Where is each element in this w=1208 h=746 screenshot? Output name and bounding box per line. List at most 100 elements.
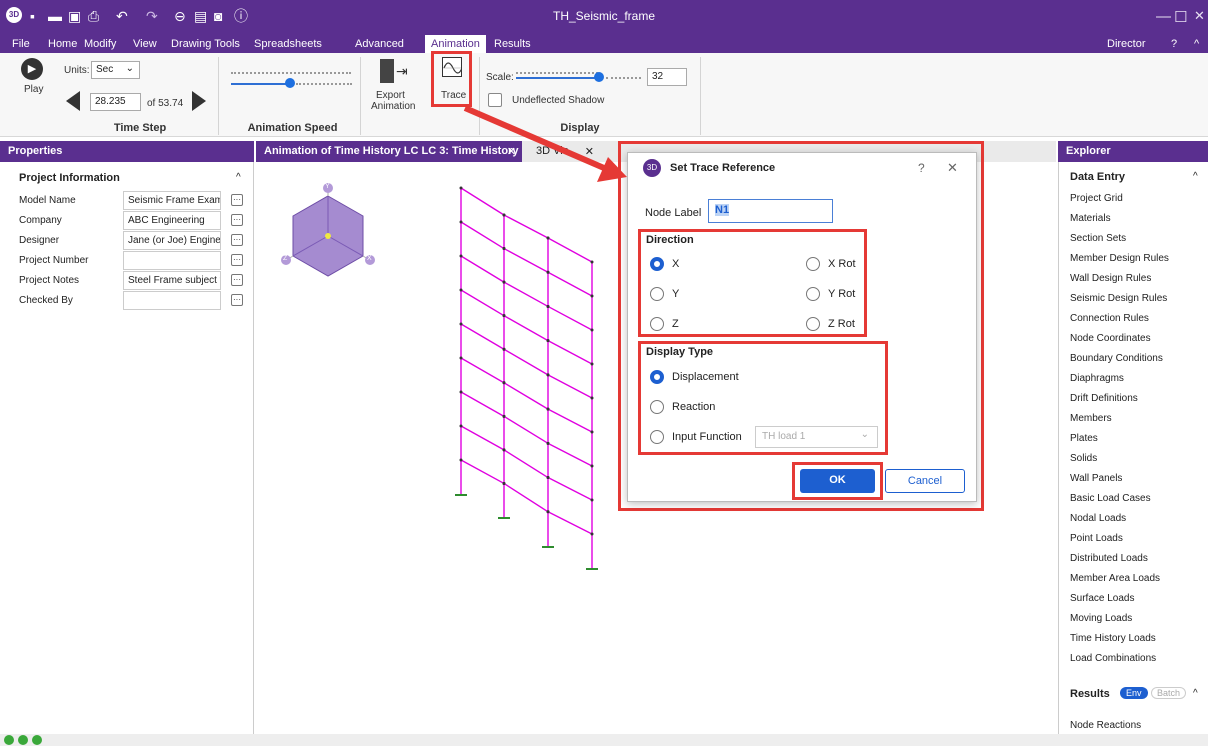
explorer-item[interactable]: Drift Definitions <box>1070 393 1138 404</box>
tab-animation[interactable]: Animation of Time History LC LC 3: Time … <box>256 141 522 162</box>
explorer-item[interactable]: Diaphragms <box>1070 373 1124 384</box>
collapse-icon[interactable]: ^ <box>236 172 241 183</box>
explorer-item[interactable]: Moving Loads <box>1070 613 1132 624</box>
frame-beam <box>503 449 549 479</box>
direction-z-rot-radio[interactable] <box>806 317 820 331</box>
direction-x-radio[interactable] <box>650 257 664 271</box>
collapse-icon[interactable]: ^ <box>1193 688 1198 699</box>
property-value[interactable]: Jane (or Joe) Engineer <box>123 231 221 250</box>
explorer-item[interactable]: Time History Loads <box>1070 633 1156 644</box>
step-forward-button[interactable] <box>192 91 206 111</box>
title-bar: 3D ▪ ▬ ▣ ⎙ ↶ ↷ ⊖ ▤ ◙ ⓘ TH_Seismic_frame … <box>0 0 1208 36</box>
speed-slider-thumb[interactable] <box>285 78 295 88</box>
explorer-item[interactable]: Section Sets <box>1070 233 1126 244</box>
tab-close-icon[interactable]: ✕ <box>585 145 594 158</box>
close-button[interactable]: ✕ <box>1194 8 1205 24</box>
frame-beam <box>460 459 505 485</box>
results-title: Results <box>1070 688 1110 700</box>
direction-x-rot-radio[interactable] <box>806 257 820 271</box>
explorer-header: Explorer <box>1058 141 1208 162</box>
units-select[interactable]: Sec ⌄ <box>91 61 140 79</box>
explorer-item[interactable]: Member Area Loads <box>1070 573 1160 584</box>
menu-results[interactable]: Results <box>494 38 531 50</box>
frame-beam <box>547 442 593 467</box>
user-menu[interactable]: Director <box>1107 38 1146 50</box>
explorer-item[interactable]: Node Coordinates <box>1070 333 1151 344</box>
explorer-item[interactable]: Load Combinations <box>1070 653 1156 664</box>
explorer-item[interactable]: Member Design Rules <box>1070 253 1169 264</box>
frame-beam <box>460 357 505 384</box>
displacement-radio[interactable] <box>650 370 664 384</box>
maximize-button[interactable]: ☐ <box>1174 8 1187 26</box>
explorer-item[interactable]: Nodal Loads <box>1070 513 1126 524</box>
batch-toggle[interactable]: Batch <box>1151 687 1187 699</box>
explorer-item[interactable]: Solids <box>1070 453 1097 464</box>
explorer-item[interactable]: Surface Loads <box>1070 593 1135 604</box>
explorer-item[interactable]: Project Grid <box>1070 193 1123 204</box>
tab-close-icon[interactable]: ✕ <box>507 145 516 158</box>
property-value[interactable] <box>123 291 221 310</box>
cancel-button[interactable]: Cancel <box>885 469 965 493</box>
explorer-item-node-reactions[interactable]: Node Reactions <box>1070 720 1141 731</box>
explorer-item[interactable]: Members <box>1070 413 1112 424</box>
help-icon[interactable]: ? <box>1171 38 1177 50</box>
scale-slider-thumb[interactable] <box>594 72 604 82</box>
explorer-item[interactable]: Boundary Conditions <box>1070 353 1163 364</box>
ellipsis-button[interactable]: ··· <box>231 274 243 286</box>
structural-frame[interactable] <box>455 186 598 570</box>
dialog-help-icon[interactable]: ? <box>918 161 925 175</box>
property-value[interactable]: Seismic Frame Example <box>123 191 221 210</box>
property-value[interactable]: ABC Engineering <box>123 211 221 230</box>
property-value[interactable] <box>123 251 221 270</box>
explorer-item[interactable]: Distributed Loads <box>1070 553 1148 564</box>
direction-z-radio[interactable] <box>650 317 664 331</box>
direction-y-radio[interactable] <box>650 287 664 301</box>
collapse-icon[interactable]: ^ <box>1193 171 1198 182</box>
menu-modify[interactable]: Modify <box>84 38 116 50</box>
explorer-item[interactable]: Point Loads <box>1070 533 1123 544</box>
menu-view[interactable]: View <box>133 38 157 50</box>
explorer-item[interactable]: Plates <box>1070 433 1098 444</box>
view-cube-x-label: X <box>367 255 372 262</box>
menu-drawing-tools[interactable]: Drawing Tools <box>171 38 240 50</box>
collapse-ribbon-icon[interactable]: ^ <box>1194 38 1199 50</box>
input-function-select[interactable]: TH load 1 ⌄ <box>755 426 878 448</box>
property-row: Model Name Seismic Frame Example ··· <box>19 191 249 211</box>
ellipsis-button[interactable]: ··· <box>231 294 243 306</box>
ellipsis-button[interactable]: ··· <box>231 234 243 246</box>
ellipsis-button[interactable]: ··· <box>231 254 243 266</box>
frame-node <box>546 476 550 480</box>
view-cube[interactable] <box>281 183 375 277</box>
env-toggle[interactable]: Env <box>1120 687 1148 699</box>
scale-input[interactable]: 32 <box>647 68 687 86</box>
ok-button[interactable]: OK <box>800 469 875 493</box>
menu-spreadsheets[interactable]: Spreadsheets <box>254 38 322 50</box>
time-input[interactable]: 28.235 <box>90 93 141 111</box>
explorer-item[interactable]: Wall Design Rules <box>1070 273 1151 284</box>
node-label-input[interactable]: N1 <box>708 199 833 223</box>
dialog-close-icon[interactable]: ✕ <box>947 160 958 176</box>
menu-home[interactable]: Home <box>48 38 77 50</box>
reaction-radio[interactable] <box>650 400 664 414</box>
ellipsis-button[interactable]: ··· <box>231 194 243 206</box>
explorer-item[interactable]: Materials <box>1070 213 1111 224</box>
direction-y-rot-radio[interactable] <box>806 287 820 301</box>
tab-3d-view[interactable]: 3D Vie ✕ <box>528 141 598 162</box>
undeflected-checkbox[interactable] <box>488 93 502 107</box>
input-function-radio[interactable] <box>650 430 664 444</box>
step-back-button[interactable] <box>66 91 80 111</box>
frame-node <box>459 424 463 428</box>
minimize-button[interactable]: — <box>1156 8 1171 25</box>
play-button[interactable]: ▶ <box>21 58 43 80</box>
explorer-item[interactable]: Wall Panels <box>1070 473 1122 484</box>
window-title: TH_Seismic_frame <box>552 9 656 23</box>
menu-advanced[interactable]: Advanced <box>355 38 404 50</box>
property-value[interactable]: Steel Frame subject to E <box>123 271 221 290</box>
speed-slider-fill <box>231 83 289 85</box>
ellipsis-button[interactable]: ··· <box>231 214 243 226</box>
explorer-item[interactable]: Basic Load Cases <box>1070 493 1151 504</box>
explorer-item[interactable]: Connection Rules <box>1070 313 1149 324</box>
explorer-item[interactable]: Seismic Design Rules <box>1070 293 1167 304</box>
menu-file[interactable]: File <box>12 38 30 50</box>
export-animation-icon[interactable] <box>380 59 394 83</box>
